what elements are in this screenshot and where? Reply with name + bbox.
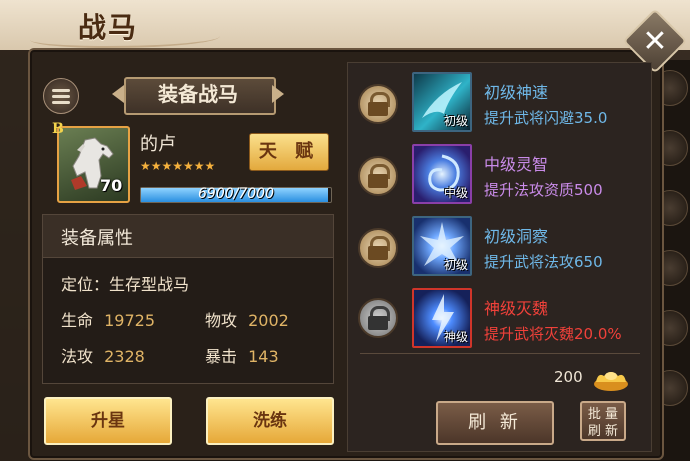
gold-ingot-icon: [594, 372, 628, 391]
unlock-icon[interactable]: [358, 156, 398, 196]
skill-desc: 提升法攻资质500: [484, 181, 603, 199]
crit-label: 暴击: [205, 347, 238, 366]
matk-value: 2328: [104, 347, 145, 366]
skill-icon-insight[interactable]: 初级: [412, 216, 472, 276]
horse-level: 70: [100, 176, 123, 195]
window-title: 战马: [78, 11, 139, 44]
skill-desc: 提升武将灭魏20.0%: [484, 325, 622, 343]
list-icon-line: [52, 100, 70, 104]
position-row: 定位：生存型战马: [61, 271, 189, 295]
hp-label: 生命: [61, 311, 94, 330]
attributes-panel: 装备属性 定位：生存型战马 生命 19725 物攻 2002 法攻 2328 暴…: [42, 214, 334, 384]
refresh-cost: 200: [554, 368, 583, 386]
skill-name: 神级灭魏: [484, 299, 549, 318]
skill-desc: 提升武将闪避35.0: [484, 109, 608, 127]
matk-row: 法攻 2328: [61, 343, 145, 367]
skill-icon-destroy-wei[interactable]: 神级: [412, 288, 472, 348]
skill-name: 初级洞察: [484, 227, 549, 246]
list-icon-line: [52, 88, 70, 92]
exp-bar: 6900/7000: [140, 186, 332, 203]
position-value: 生存型战马: [109, 275, 190, 294]
skill-tier-tag: 初级: [443, 258, 468, 272]
equip-horse-banner: 装备战马: [112, 73, 284, 115]
skill-desc: 提升武将法攻650: [484, 253, 603, 271]
skill-icon-swiftness[interactable]: 初级: [412, 72, 472, 132]
upgrade-star-button[interactable]: 升星: [44, 397, 172, 445]
refine-button[interactable]: 洗练: [206, 397, 334, 445]
patk-value: 2002: [248, 311, 289, 330]
position-label: 定位：: [61, 275, 110, 294]
patk-label: 物攻: [205, 311, 238, 330]
skill-icon-wisdom[interactable]: 中级: [412, 144, 472, 204]
crit-value: 143: [248, 347, 279, 366]
batch-refresh-label-2: 刷 新: [587, 424, 619, 439]
arrow-right-icon: [272, 85, 284, 103]
attributes-title: 装备属性: [61, 228, 133, 249]
skill-tier-tag: 中级: [443, 186, 468, 200]
unlock-icon[interactable]: [358, 84, 398, 124]
divider: [360, 353, 640, 354]
close-icon[interactable]: ✕: [632, 18, 678, 64]
arrow-left-icon: [112, 85, 124, 103]
hp-value: 19725: [104, 311, 156, 330]
skill-tier-tag: 初级: [443, 114, 468, 128]
skill-name: 初级神速: [484, 83, 549, 102]
patk-row: 物攻 2002: [205, 307, 289, 331]
unlock-icon[interactable]: [358, 228, 398, 268]
skill-tier-tag: 神级: [443, 330, 468, 344]
equip-horse-label: 装备战马: [158, 82, 238, 106]
batch-refresh-button[interactable]: 批 量 刷 新: [580, 401, 626, 441]
horse-grade: B: [52, 121, 64, 137]
lock-icon[interactable]: [358, 298, 398, 338]
menu-list-button[interactable]: [43, 78, 79, 114]
horse-stars: ★★★★★★★: [140, 159, 216, 173]
talent-button[interactable]: 天 赋: [249, 133, 329, 171]
horse-name: 的卢: [140, 134, 176, 155]
skill-name: 中级灵智: [484, 155, 549, 174]
exp-text: 6900/7000: [198, 186, 274, 202]
crit-row: 暴击 143: [205, 343, 279, 367]
list-icon-line: [52, 94, 70, 98]
hp-row: 生命 19725: [61, 307, 155, 331]
batch-refresh-label-1: 批 量: [587, 407, 619, 422]
refresh-button[interactable]: 刷 新: [436, 401, 554, 445]
matk-label: 法攻: [61, 347, 94, 366]
